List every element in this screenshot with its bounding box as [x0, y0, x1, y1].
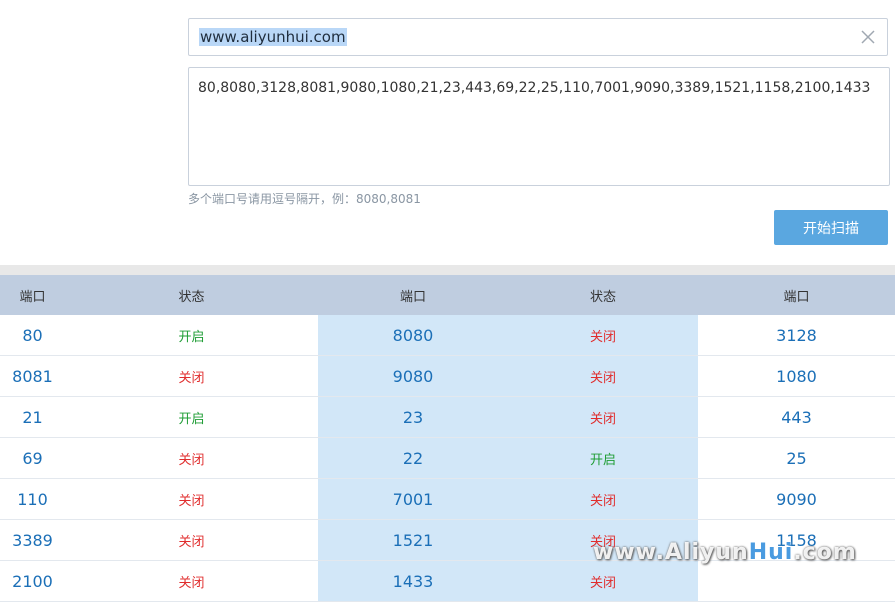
- header-status-1: 状态: [178, 289, 205, 305]
- header-port-3: 端口: [783, 289, 810, 305]
- port-cell: 9090: [776, 489, 817, 509]
- port-cell: 22: [318, 438, 508, 478]
- port-cell: [698, 561, 895, 601]
- status-cell: 开启: [178, 411, 205, 427]
- ports-textarea[interactable]: 80,8080,3128,8081,9080,1080,21,23,443,69…: [188, 67, 890, 186]
- port-cell: 1080: [776, 366, 817, 386]
- section-divider: [0, 265, 895, 275]
- status-cell: 关闭: [508, 397, 698, 437]
- port-cell: 23: [318, 397, 508, 437]
- header-status-2: 状态: [589, 289, 616, 305]
- close-icon[interactable]: [859, 28, 877, 46]
- port-cell: 80: [22, 325, 43, 345]
- port-cell: 8080: [318, 315, 508, 355]
- port-cell: 1433: [318, 561, 508, 601]
- port-cell: 1521: [318, 520, 508, 560]
- url-input[interactable]: www.aliyunhui.com: [188, 18, 888, 56]
- header-port-2: 端口: [399, 289, 426, 305]
- status-cell: 关闭: [178, 452, 205, 468]
- table-row: 110 关闭 7001 关闭 9090: [0, 479, 895, 520]
- port-cell: 7001: [318, 479, 508, 519]
- status-cell: 开启: [508, 438, 698, 478]
- status-cell: 关闭: [508, 315, 698, 355]
- status-cell: 关闭: [178, 575, 205, 591]
- port-cell: 443: [781, 407, 812, 427]
- status-cell: 关闭: [178, 534, 205, 550]
- status-cell: 关闭: [508, 479, 698, 519]
- scanner-form: www.aliyunhui.com 80,8080,3128,8081,9080…: [0, 0, 895, 265]
- watermark: www.AliyunHui.com: [593, 540, 857, 565]
- port-cell: 69: [22, 448, 43, 468]
- start-scan-button[interactable]: 开始扫描: [774, 210, 888, 245]
- status-cell: 开启: [178, 329, 205, 345]
- table-row: 21 开启 23 关闭 443: [0, 397, 895, 438]
- status-cell: 关闭: [178, 370, 205, 386]
- port-cell: 2100: [12, 571, 53, 591]
- port-cell: 25: [786, 448, 807, 468]
- status-cell: 关闭: [508, 561, 698, 601]
- table-row: 2100 关闭 1433 关闭: [0, 561, 895, 602]
- port-cell: 21: [22, 407, 43, 427]
- table-row: 8081 关闭 9080 关闭 1080: [0, 356, 895, 397]
- url-input-value: www.aliyunhui.com: [199, 28, 347, 46]
- table-row: 69 关闭 22 开启 25: [0, 438, 895, 479]
- port-cell: 3389: [12, 530, 53, 550]
- port-cell: 9080: [318, 356, 508, 396]
- status-cell: 关闭: [508, 356, 698, 396]
- port-cell: 3128: [776, 325, 817, 345]
- table-header: 端口 状态 端口 状态 端口: [0, 275, 895, 315]
- table-row: 80 开启 8080 关闭 3128: [0, 315, 895, 356]
- port-cell: 8081: [12, 366, 53, 386]
- ports-hint: 多个端口号请用逗号隔开，例：8080,8081: [188, 192, 421, 206]
- header-port-1: 端口: [19, 289, 46, 305]
- status-cell: 关闭: [178, 493, 205, 509]
- port-cell: 110: [17, 489, 48, 509]
